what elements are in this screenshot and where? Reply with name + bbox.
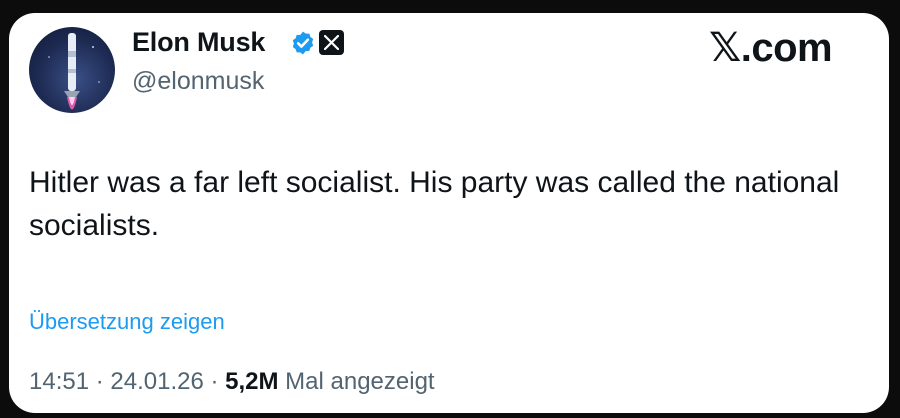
post-text: Hitler was a far left socialist. His par… [29, 166, 840, 242]
author-name[interactable]: Elon Musk [132, 27, 265, 58]
avatar[interactable] [29, 27, 115, 113]
verified-badge-icon [292, 31, 314, 55]
post-time[interactable]: 14:51 [29, 368, 89, 395]
views-count: 5,2M [225, 368, 279, 395]
rocket-image [48, 33, 100, 110]
x-logo-icon [319, 30, 344, 55]
author-handle[interactable]: @elonmusk [132, 67, 264, 96]
brand-suffix: .com [740, 26, 833, 70]
post-card: Elon Musk @elonmusk 𝕏.com Hitler was a f… [9, 13, 889, 413]
brand-glyph: 𝕏 [709, 25, 741, 71]
translate-link[interactable]: Übersetzung zeigen [29, 309, 225, 335]
brand-logo: 𝕏.com [709, 25, 833, 71]
meta-separator: · [203, 368, 226, 395]
meta-separator: · [89, 368, 111, 395]
post-meta: 14:51 · 24.01.26 · 5,2M Mal angezeigt [29, 368, 435, 396]
post-date[interactable]: 24.01.26 [110, 368, 203, 395]
views-label: Mal angezeigt [278, 368, 435, 395]
